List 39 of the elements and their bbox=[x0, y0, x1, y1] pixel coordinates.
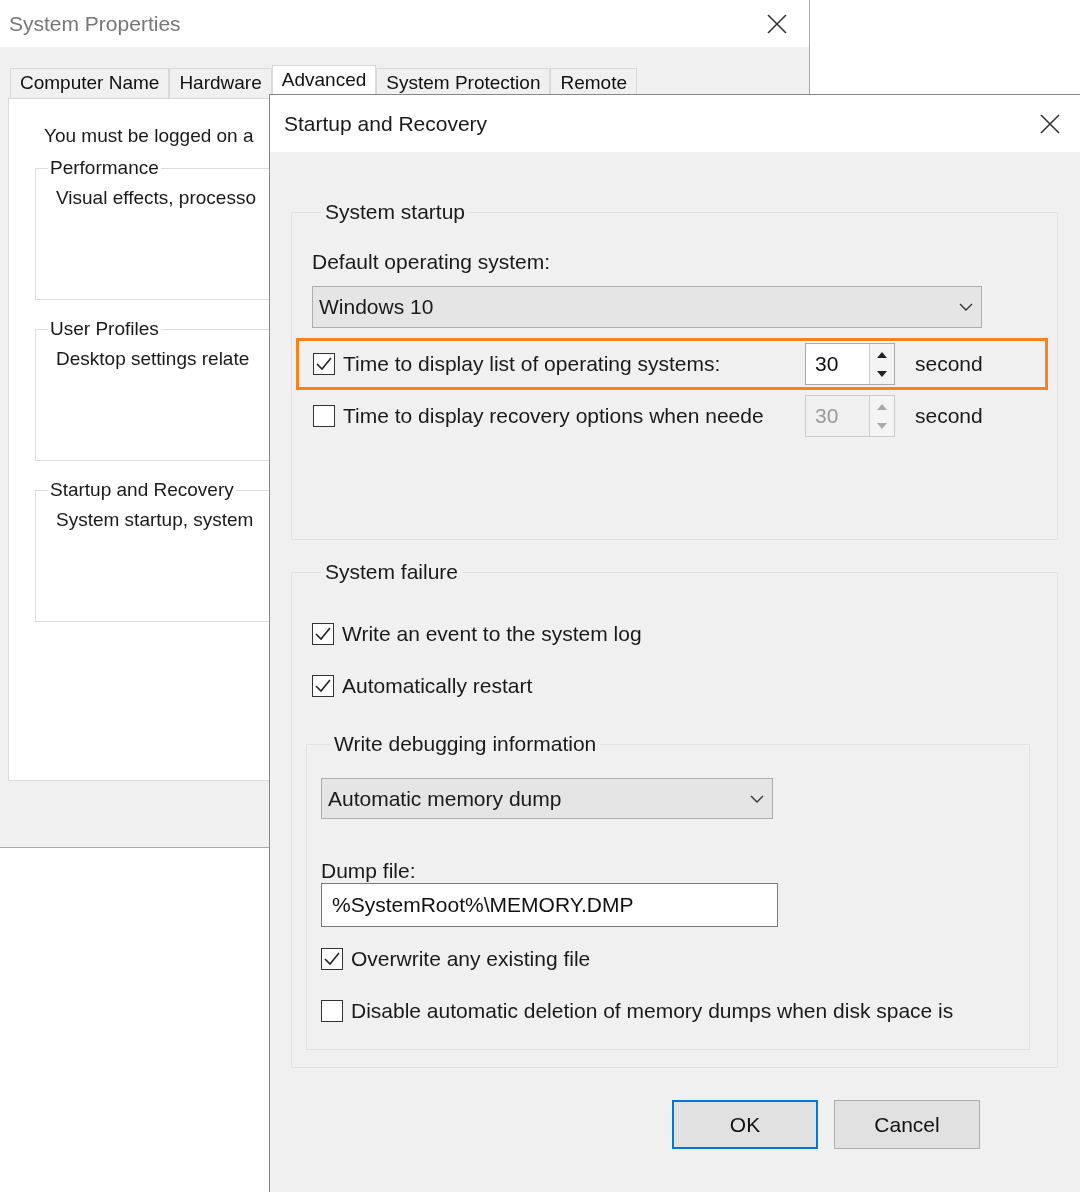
dump-file-field[interactable]: %SystemRoot%\MEMORY.DMP bbox=[321, 883, 778, 927]
group-title: Performance bbox=[49, 157, 160, 179]
dialog-button[interactable]: Cancel bbox=[834, 1100, 980, 1149]
close-icon[interactable] bbox=[1040, 113, 1060, 134]
group-description: Desktop settings relate bbox=[56, 348, 250, 370]
checkbox-label: Time to display recovery options when neede bbox=[343, 404, 765, 428]
checkbox-label: Time to display list of operating systems: bbox=[343, 352, 722, 376]
checkbox-label: Automatically restart bbox=[342, 674, 533, 698]
group-description: System startup, system bbox=[56, 509, 254, 531]
checkbox[interactable] bbox=[312, 623, 334, 645]
unit-label: second bbox=[915, 352, 983, 376]
group-title: User Profiles bbox=[49, 318, 160, 340]
checkbox-label: Overwrite any existing file bbox=[351, 947, 591, 971]
tab[interactable]: Computer Name bbox=[10, 68, 170, 98]
unit-label: second bbox=[915, 404, 983, 428]
tab[interactable]: Hardware bbox=[169, 68, 272, 98]
group-title: Write debugging information bbox=[333, 732, 598, 756]
dump-type-dropdown[interactable]: Automatic memory dump bbox=[321, 778, 773, 819]
field-label: Dump file: bbox=[321, 859, 417, 883]
close-icon[interactable] bbox=[767, 13, 787, 34]
number-spinner[interactable]: 30 bbox=[805, 343, 895, 385]
window-title: System Properties bbox=[9, 11, 181, 36]
chevron-down-icon bbox=[750, 794, 764, 803]
dialog-button[interactable]: OK bbox=[672, 1100, 818, 1149]
checkbox-label: Write an event to the system log bbox=[342, 622, 642, 646]
notice-text: You must be logged on a bbox=[44, 125, 254, 147]
group-title: Startup and Recovery bbox=[49, 479, 235, 501]
group-description: Visual effects, processo bbox=[56, 187, 256, 209]
checkbox[interactable] bbox=[313, 353, 335, 375]
checkbox[interactable] bbox=[321, 948, 343, 970]
group-title: System failure bbox=[324, 560, 460, 584]
os-dropdown[interactable]: Windows 10 bbox=[312, 286, 982, 328]
dialog-title: Startup and Recovery bbox=[284, 111, 488, 136]
checkbox-label: Disable automatic deletion of memory dumps when disk space is bbox=[351, 999, 954, 1023]
checkbox[interactable] bbox=[312, 675, 334, 697]
chevron-down-icon bbox=[959, 303, 973, 311]
group-title: System startup bbox=[324, 200, 467, 224]
checkbox[interactable] bbox=[321, 1000, 343, 1022]
field-label: Default operating system: bbox=[312, 250, 552, 274]
